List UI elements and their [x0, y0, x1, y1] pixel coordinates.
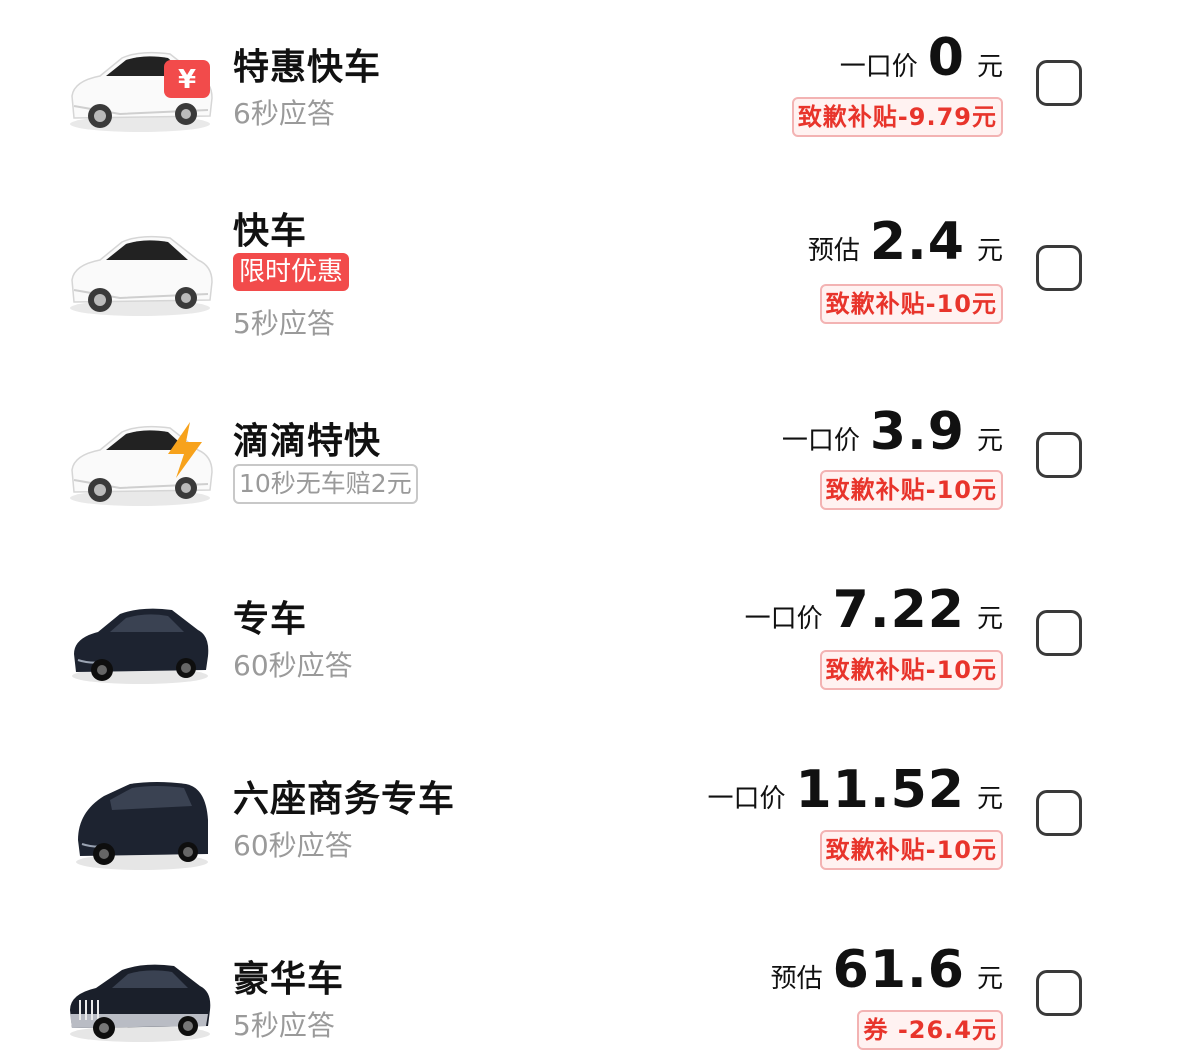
- ride-option-six-seat-business[interactable]: 六座商务专车 60秒应答 一口价 11.52 元 致歉补贴-10元: [0, 720, 1181, 900]
- coupon-badge: 券 -26.4元: [857, 1010, 1003, 1050]
- subsidy-badge: 致歉补贴-10元: [819, 830, 1003, 870]
- price-unit: 元: [976, 964, 1003, 994]
- price-line: 一口价 7.22 元: [745, 580, 1003, 640]
- price-prefix: 预估: [770, 964, 823, 994]
- price-unit: 元: [976, 236, 1003, 266]
- price-unit: 元: [976, 784, 1003, 814]
- price-value: 0: [927, 28, 965, 88]
- price-prefix: 一口价: [744, 604, 823, 634]
- price-prefix: 一口价: [781, 426, 860, 456]
- price-line: 一口价 0 元: [840, 28, 1003, 88]
- option-name: 专车: [233, 599, 308, 640]
- luxury-car-icon: [70, 964, 211, 1042]
- option-checkbox[interactable]: [1036, 245, 1082, 291]
- ride-option-zhuanche[interactable]: 专车 60秒应答 一口价 7.22 元 致歉补贴-10元: [0, 540, 1181, 720]
- option-checkbox[interactable]: [1036, 432, 1082, 478]
- option-name: 六座商务专车: [233, 779, 456, 820]
- lightning-icon: [168, 422, 202, 478]
- subsidy-badge: 致歉补贴-10元: [819, 650, 1003, 690]
- option-checkbox[interactable]: [1036, 790, 1082, 836]
- price-unit: 元: [976, 52, 1003, 82]
- price-value: 2.4: [869, 212, 965, 272]
- price-line: 一口价 3.9 元: [782, 402, 1003, 462]
- option-checkbox[interactable]: [1036, 60, 1082, 106]
- subsidy-badge: 致歉补贴-9.79元: [791, 97, 1003, 137]
- option-name: 豪华车: [233, 959, 345, 1000]
- ride-option-tehui-kuaiche[interactable]: ¥ 特惠快车 6秒应答 一口价 0 元 致歉补贴-9.79元: [0, 0, 1181, 170]
- eta-text: 5秒应答: [233, 1009, 335, 1042]
- price-prefix: 一口价: [839, 52, 918, 82]
- guarantee-tag: 10秒无车赔2元: [233, 464, 418, 504]
- price-line: 预估 2.4 元: [808, 212, 1003, 272]
- option-name: 特惠快车: [233, 47, 382, 88]
- option-checkbox[interactable]: [1036, 970, 1082, 1016]
- price-value: 11.52: [795, 760, 965, 820]
- eta-text: 60秒应答: [233, 829, 353, 862]
- subsidy-badge: 致歉补贴-10元: [819, 284, 1003, 324]
- promo-tag: 限时优惠: [233, 253, 350, 291]
- svg-text:¥: ¥: [178, 65, 196, 95]
- price-unit: 元: [976, 604, 1003, 634]
- price-unit: 元: [976, 426, 1003, 456]
- ride-option-didi-tekuai[interactable]: 滴滴特快 10秒无车赔2元 一口价 3.9 元 致歉补贴-10元: [0, 360, 1181, 540]
- price-value: 7.22: [832, 580, 965, 640]
- price-value: 3.9: [869, 402, 965, 462]
- option-name: 快车: [233, 211, 308, 252]
- yen-coupon-icon: ¥: [164, 60, 210, 98]
- eta-text: 5秒应答: [233, 307, 335, 340]
- price-prefix: 预估: [807, 236, 860, 266]
- eta-text: 6秒应答: [233, 97, 335, 130]
- black-sedan-icon: [72, 608, 209, 684]
- white-car-icon: [70, 235, 213, 316]
- option-checkbox[interactable]: [1036, 610, 1082, 656]
- price-line: 一口价 11.52 元: [707, 760, 1003, 820]
- option-name: 滴滴特快: [233, 421, 382, 462]
- ride-option-luxury[interactable]: 豪华车 5秒应答 预估 61.6 元 券 -26.4元: [0, 900, 1181, 1050]
- price-value: 61.6: [832, 940, 965, 1000]
- black-mpv-icon: [76, 782, 208, 870]
- eta-text: 60秒应答: [233, 649, 353, 682]
- ride-option-kuaiche[interactable]: 快车 限时优惠 5秒应答 预估 2.4 元 致歉补贴-10元: [0, 170, 1181, 360]
- subsidy-badge: 致歉补贴-10元: [819, 470, 1003, 510]
- price-prefix: 一口价: [707, 784, 786, 814]
- price-line: 预估 61.6 元: [771, 940, 1003, 1000]
